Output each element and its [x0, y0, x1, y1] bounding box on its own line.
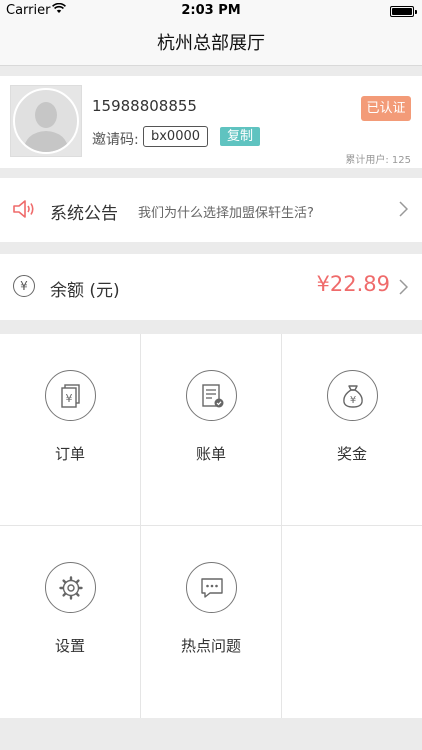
- profile-card: 15988808855 邀请码: bx0000 复制 已认证 累计用户: 125: [0, 76, 422, 168]
- order-icon: ¥: [45, 370, 96, 421]
- phone-number: 15988808855: [92, 97, 197, 115]
- chevron-right-icon: [399, 279, 409, 299]
- system-notice-row[interactable]: 系统公告 我们为什么选择加盟保轩生活?: [0, 178, 422, 242]
- avatar-placeholder-icon: [13, 88, 79, 154]
- menu-item-label: 热点问题: [180, 637, 241, 655]
- settings-icon: [45, 562, 96, 613]
- total-users-count: 累计用户: 125: [345, 155, 411, 166]
- bonus-icon: ¥: [327, 370, 378, 421]
- clock: 2:03 PM: [181, 3, 241, 18]
- yen-icon: ¥: [13, 275, 35, 297]
- avatar[interactable]: [10, 85, 82, 157]
- notice-text: 我们为什么选择加盟保轩生活?: [138, 206, 314, 221]
- menu-item-label: 订单: [54, 445, 85, 463]
- nav-bar: 杭州总部展厅: [0, 22, 422, 66]
- menu-item-settings[interactable]: 设置: [0, 526, 141, 718]
- verified-badge: 已认证: [361, 96, 411, 121]
- invite-code-value: bx0000: [143, 126, 208, 147]
- notice-title: 系统公告: [50, 204, 118, 224]
- battery-icon: [390, 6, 417, 17]
- page-title: 杭州总部展厅: [157, 33, 265, 54]
- menu-grid: ¥ 订单 账单 ¥ 奖金 设置 热点问题: [0, 334, 422, 718]
- speaker-icon: [12, 198, 36, 224]
- balance-amount: ¥22.89: [316, 272, 390, 296]
- menu-item-label: 设置: [54, 637, 85, 655]
- invite-code-label: 邀请码:: [92, 132, 139, 148]
- menu-item-bill[interactable]: 账单: [141, 334, 282, 526]
- menu-item-order[interactable]: ¥ 订单: [0, 334, 141, 526]
- faq-icon: [186, 562, 237, 613]
- status-bar: Carrier 2:03 PM: [0, 0, 422, 22]
- menu-item-label: 账单: [195, 445, 226, 463]
- menu-item-label: 奖金: [336, 445, 367, 463]
- chevron-right-icon: [399, 201, 409, 221]
- copy-button[interactable]: 复制: [220, 127, 260, 146]
- bill-icon: [186, 370, 237, 421]
- balance-label: 余额 (元): [50, 281, 120, 301]
- menu-item-bonus[interactable]: ¥ 奖金: [282, 334, 422, 526]
- svg-text:¥: ¥: [350, 395, 356, 406]
- menu-empty-cell: [282, 526, 422, 718]
- balance-row[interactable]: ¥ 余额 (元) ¥22.89: [0, 254, 422, 320]
- svg-text:¥: ¥: [66, 392, 73, 405]
- menu-item-faq[interactable]: 热点问题: [141, 526, 282, 718]
